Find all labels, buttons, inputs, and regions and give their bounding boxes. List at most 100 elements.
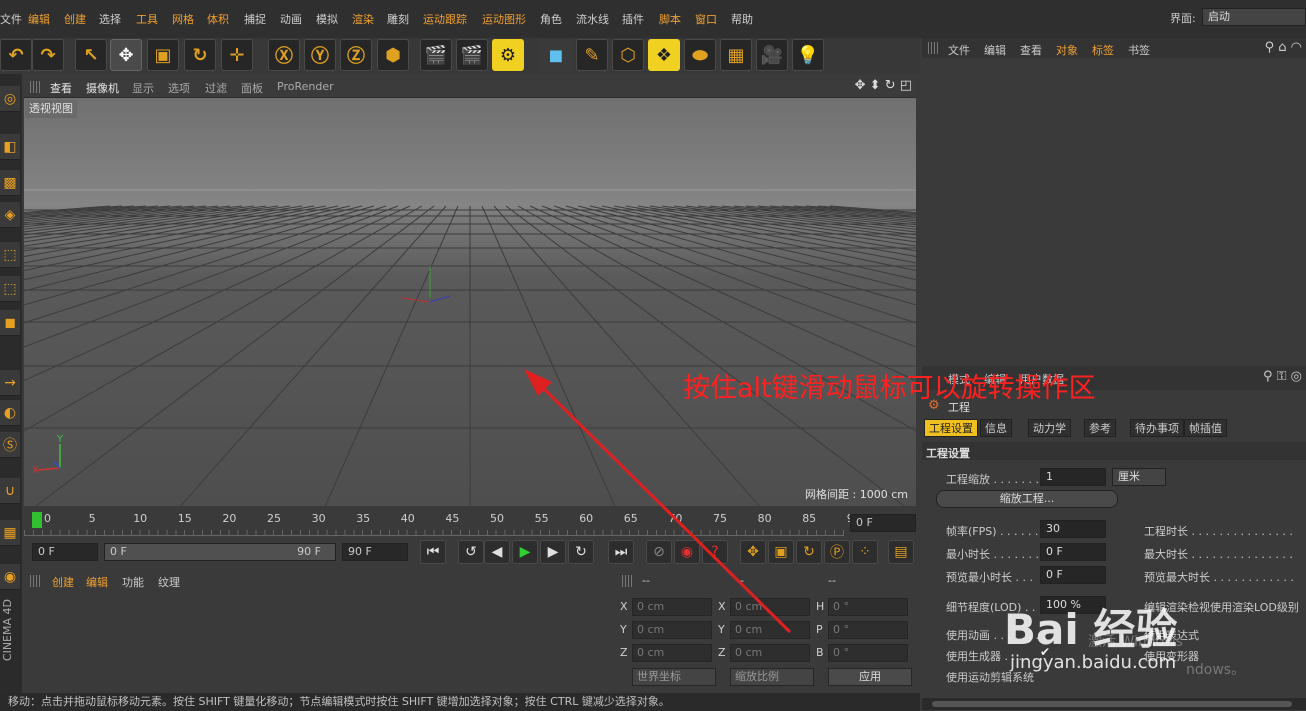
y-axis-icon[interactable]: Ⓨ xyxy=(304,39,336,71)
camera-icon[interactable]: 🎥 xyxy=(756,39,788,71)
size-x-field[interactable]: 0 cm xyxy=(730,598,810,616)
size-z-field[interactable]: 0 cm xyxy=(730,644,810,662)
axis-mode-icon[interactable]: → xyxy=(0,370,20,396)
position-y-field[interactable]: 0 cm xyxy=(632,621,712,639)
menu-18[interactable]: 窗口 xyxy=(695,11,717,27)
menu-6[interactable]: 体积 xyxy=(207,11,229,27)
apply-button[interactable]: 应用 xyxy=(828,668,912,686)
size-y-field[interactable]: 0 cm xyxy=(730,621,810,639)
x-axis-icon[interactable]: Ⓧ xyxy=(268,39,300,71)
panel-grip-icon[interactable] xyxy=(30,575,42,587)
menu-7[interactable]: 捕捉 xyxy=(244,11,266,27)
attr-tab-3[interactable]: 参考 xyxy=(1084,419,1116,437)
object-menu-0[interactable]: 文件 xyxy=(948,42,970,58)
menu-10[interactable]: 渲染 xyxy=(352,11,374,27)
go-to-end-icon[interactable]: ⏭ xyxy=(608,540,634,564)
material-menu-3[interactable]: 纹理 xyxy=(158,574,180,590)
next-frame-icon[interactable]: ▶ xyxy=(540,540,566,564)
cube-icon[interactable]: ◼ xyxy=(540,39,572,71)
horizontal-scrollbar[interactable] xyxy=(922,698,1306,710)
viewport-nav-icons[interactable]: ✥ ⬍ ↻ ◰ xyxy=(855,78,912,93)
object-menu-3[interactable]: 对象 xyxy=(1056,42,1078,58)
prev-frame-icon[interactable]: ◀ xyxy=(484,540,510,564)
menu-15[interactable]: 流水线 xyxy=(576,11,609,27)
next-key-icon[interactable]: ↻ xyxy=(568,540,594,564)
start-frame-field[interactable]: 0 F xyxy=(32,543,98,561)
keyframe-help-icon[interactable]: ? xyxy=(702,540,728,564)
material-menu-0[interactable]: 创建 xyxy=(52,574,74,590)
scale-mode-select[interactable]: 缩放比例 xyxy=(730,668,814,686)
menu-16[interactable]: 插件 xyxy=(622,11,644,27)
attr-tab-2[interactable]: 动力学 xyxy=(1028,419,1071,437)
rotation-h-field[interactable]: 0 ° xyxy=(828,598,908,616)
redo-icon[interactable]: ↷ xyxy=(32,39,64,71)
magnet-icon[interactable]: ∪ xyxy=(0,478,20,504)
attr-tab-0[interactable]: 工程设置 xyxy=(924,419,978,437)
menu-17[interactable]: 脚本 xyxy=(659,11,681,27)
key-pla-icon[interactable]: ⁘ xyxy=(852,540,878,564)
fps-field[interactable]: 30 xyxy=(1040,520,1106,538)
world-move-icon[interactable]: ✛ xyxy=(221,39,253,71)
rotate-icon[interactable]: ↻ xyxy=(184,39,216,71)
autokey-icon[interactable]: ◉ xyxy=(674,540,700,564)
render-picture-viewer-icon[interactable]: 🎬 xyxy=(456,39,488,71)
points-mode-icon[interactable]: ⬚ xyxy=(0,242,20,268)
viewport-menu-0[interactable]: 查看 xyxy=(50,80,72,96)
menu-14[interactable]: 角色 xyxy=(540,11,562,27)
move-icon[interactable]: ✥ xyxy=(110,39,142,71)
menu-5[interactable]: 网格 xyxy=(172,11,194,27)
material-menu-2[interactable]: 功能 xyxy=(122,574,144,590)
cloner-icon[interactable]: ❖ xyxy=(648,39,680,71)
attr-tab-5[interactable]: 帧插值 xyxy=(1184,419,1227,437)
key-position-icon[interactable]: ✥ xyxy=(740,540,766,564)
rotation-p-field[interactable]: 0 ° xyxy=(828,621,908,639)
object-menu-5[interactable]: 书签 xyxy=(1128,42,1150,58)
play-icon[interactable]: ▶ xyxy=(512,540,538,564)
deformer-icon[interactable]: ⬬ xyxy=(684,39,716,71)
pen-icon[interactable]: ✎ xyxy=(576,39,608,71)
rotation-b-field[interactable]: 0 ° xyxy=(828,644,908,662)
key-param-icon[interactable]: Ⓟ xyxy=(824,540,850,564)
object-menu-4[interactable]: 标签 xyxy=(1092,42,1114,58)
position-x-field[interactable]: 0 cm xyxy=(632,598,712,616)
scrollbar-thumb[interactable] xyxy=(932,701,1292,707)
menu-0[interactable]: 文件 xyxy=(0,11,22,27)
menu-13[interactable]: 运动图形 xyxy=(482,11,526,27)
render-view-icon[interactable]: 🎬 xyxy=(420,39,452,71)
menu-3[interactable]: 选择 xyxy=(99,11,121,27)
panel-grip-icon[interactable] xyxy=(30,81,42,93)
render-settings-icon[interactable]: ⚙ xyxy=(492,39,524,71)
workplane-mode-icon[interactable]: ◈ xyxy=(0,202,20,228)
view-mode-icon[interactable]: ◎ xyxy=(0,86,20,112)
unit-select[interactable]: 厘米 xyxy=(1112,468,1166,486)
interface-select[interactable]: 启动 xyxy=(1202,8,1306,26)
om-nav-icons[interactable]: ⚲ ⌂ ◠ xyxy=(1265,40,1302,55)
panel-grip-icon[interactable] xyxy=(622,575,634,587)
current-frame-field[interactable]: 0 F xyxy=(850,514,916,532)
menu-19[interactable]: 帮助 xyxy=(731,11,753,27)
object-menu-2[interactable]: 查看 xyxy=(1020,42,1042,58)
attr-nav-icons[interactable]: ⚲ ⚿ ◎ xyxy=(1263,369,1302,384)
prev-key-icon[interactable]: ↺ xyxy=(458,540,484,564)
go-to-start-icon[interactable]: ⏮ xyxy=(420,540,446,564)
timeline-window-icon[interactable]: ▤ xyxy=(888,540,914,564)
menu-8[interactable]: 动画 xyxy=(280,11,302,27)
light-icon[interactable]: 💡 xyxy=(792,39,824,71)
menu-11[interactable]: 雕刻 xyxy=(387,11,409,27)
project-scale-field[interactable]: 1 xyxy=(1040,468,1106,486)
subdivision-icon[interactable]: ⬡ xyxy=(612,39,644,71)
snap-icon[interactable]: Ⓢ xyxy=(0,432,20,458)
scale-icon[interactable]: ▣ xyxy=(147,39,179,71)
viewport-menu-5[interactable]: 面板 xyxy=(241,80,263,96)
coordinate-system-icon[interactable]: ⬢ xyxy=(377,39,409,71)
z-axis-icon[interactable]: Ⓩ xyxy=(340,39,372,71)
edges-mode-icon[interactable]: ⬚ xyxy=(0,276,20,302)
end-frame-field[interactable]: 90 F xyxy=(342,543,408,561)
menu-2[interactable]: 创建 xyxy=(64,11,86,27)
undo-icon[interactable]: ↶ xyxy=(0,39,32,71)
viewport-menu-4[interactable]: 过滤 xyxy=(205,80,227,96)
key-rotation-icon[interactable]: ↻ xyxy=(796,540,822,564)
solo-icon[interactable]: ◉ xyxy=(0,564,20,590)
viewport-3d[interactable]: Y X xyxy=(24,98,916,506)
tweak-mode-icon[interactable]: ◐ xyxy=(0,400,20,426)
